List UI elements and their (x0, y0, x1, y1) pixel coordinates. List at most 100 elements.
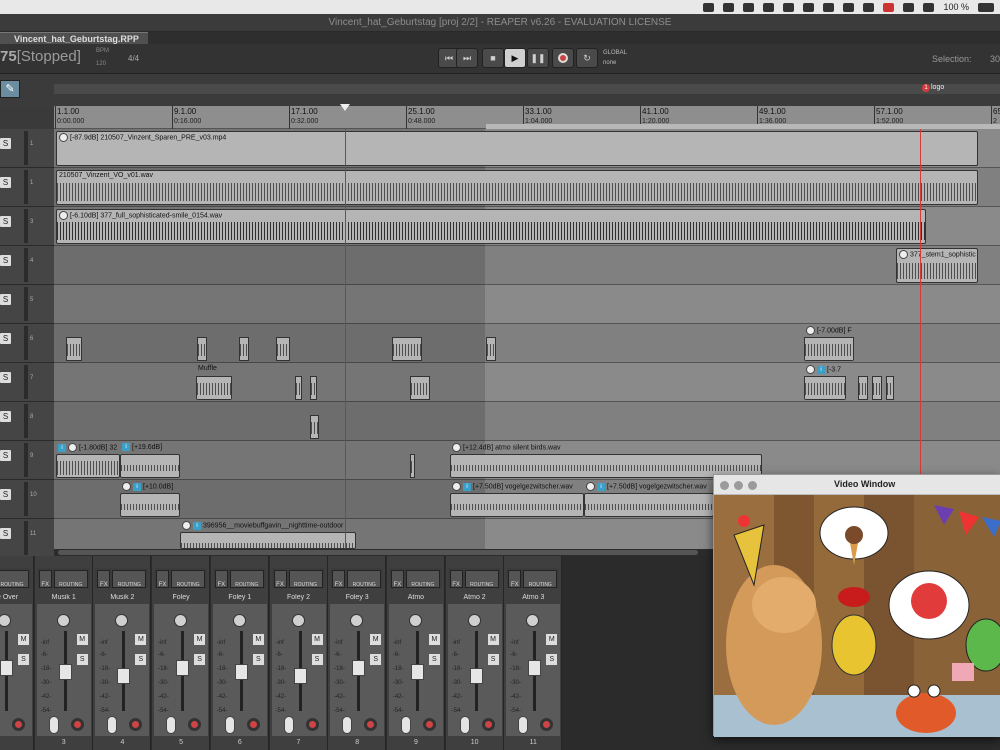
stop-button[interactable]: ■ (482, 48, 504, 68)
battery-icon[interactable] (978, 2, 994, 12)
media-item-foley[interactable] (886, 376, 894, 400)
media-item-atmo[interactable] (450, 493, 584, 517)
mixer-strip[interactable]: FX ROUTING Atmo M S -inf -6- -18- -30- -42- -54- 9 (386, 556, 445, 750)
record-arm-button[interactable] (12, 718, 25, 731)
media-item-atmo[interactable] (120, 454, 180, 478)
mixer-strip[interactable]: FX ROUTING Foley M S -inf -6- -18- -30- -42- -54- 5 (152, 556, 211, 750)
fx-button[interactable]: FX (390, 570, 404, 588)
media-item-foley[interactable] (872, 376, 882, 400)
record-arm-button[interactable] (188, 718, 202, 731)
media-item-foley[interactable] (410, 376, 430, 400)
fx-button[interactable]: FX (508, 570, 522, 588)
routing-button[interactable]: ROUTING (347, 570, 382, 588)
media-item-foley[interactable] (804, 376, 846, 400)
play-icon[interactable] (803, 2, 815, 12)
media-item-foley-a[interactable]: [-7.00dB] F (804, 325, 854, 361)
mute-button[interactable]: M (487, 634, 499, 645)
track-header[interactable]: S8 (0, 402, 54, 441)
mail-icon[interactable] (923, 2, 935, 12)
mixer-strip[interactable]: FX ROUTING Atmo 2 M S -inf -6- -18- -30- -42- -54-… (445, 556, 504, 750)
media-item-outdoor[interactable]: i 396956__moviebuffgavin__nighttime-outdo… (180, 520, 356, 549)
routing-button[interactable]: ROUTING (171, 570, 206, 588)
solo-button[interactable]: S (135, 654, 147, 665)
media-item-atmo-4[interactable]: i [+10.0dB] (120, 481, 180, 517)
track-header[interactable]: S1 (0, 129, 54, 168)
pan-knob[interactable] (467, 614, 481, 627)
marker-logo[interactable]: 1 logo (922, 84, 944, 92)
pan-knob[interactable] (174, 614, 188, 627)
io-toggle[interactable] (342, 716, 353, 734)
fx-button[interactable]: FX (449, 570, 463, 588)
plus-icon[interactable] (743, 2, 755, 12)
solo-button[interactable]: S (0, 489, 11, 500)
scrollbar-thumb[interactable] (58, 550, 698, 555)
track-header[interactable]: S 11 (0, 519, 54, 558)
media-item-foley[interactable] (486, 337, 496, 361)
hourglass-icon[interactable] (903, 2, 915, 12)
io-toggle[interactable] (459, 716, 470, 734)
pause-button[interactable]: ❚❚ (527, 48, 549, 68)
mute-button[interactable]: M (428, 634, 440, 645)
media-item-stem[interactable]: 377_stem1_sophistic (896, 248, 978, 283)
media-item-atmo-5[interactable]: i [+7.50dB] vogelgezwitscher.wav (450, 481, 584, 517)
media-item-atmo[interactable] (180, 532, 356, 549)
bpm-value[interactable]: 120 (96, 61, 106, 67)
solo-button[interactable]: S (194, 654, 206, 665)
solo-button[interactable]: S (0, 138, 11, 149)
marker-lane[interactable] (54, 84, 1000, 94)
mute-button[interactable]: M (194, 634, 206, 645)
fx-button[interactable]: FX (332, 570, 346, 588)
pan-knob[interactable] (408, 614, 422, 627)
track-header[interactable]: S 10 (0, 480, 54, 519)
moon-icon[interactable] (783, 2, 795, 12)
go-to-end-button[interactable]: ⏭ (456, 48, 478, 68)
pan-knob[interactable] (291, 614, 305, 627)
volume-fader[interactable] (293, 668, 307, 684)
media-item-atmo[interactable] (120, 493, 180, 517)
volume-fader[interactable] (176, 660, 190, 676)
media-item-atmo-6[interactable]: i [+7.50dB] vogelgezwitscher.wav (584, 481, 714, 517)
media-item-foley[interactable] (276, 337, 290, 361)
fx-button[interactable]: FX (214, 570, 228, 588)
media-item-foley[interactable] (310, 415, 319, 439)
fx-button[interactable]: FX (97, 570, 111, 588)
solo-button[interactable]: S (546, 654, 558, 665)
time-signature[interactable]: 4/4 (128, 54, 139, 63)
track-header[interactable]: S1 (0, 168, 54, 207)
solo-button[interactable]: S (0, 216, 11, 227)
track-header[interactable]: S4 (0, 246, 54, 285)
track-header[interactable]: S7 (0, 363, 54, 402)
volume-fader[interactable] (58, 664, 72, 680)
solo-button[interactable]: S (0, 372, 11, 383)
solo-button[interactable]: S (428, 654, 440, 665)
solo-button[interactable]: S (0, 177, 11, 188)
io-toggle[interactable] (400, 716, 411, 734)
minimize-window-icon[interactable] (734, 481, 743, 490)
volume-fader[interactable] (410, 664, 424, 680)
track-header[interactable]: S9 (0, 441, 54, 480)
mixer-strip[interactable]: FX ROUTING Foley 3 M S -inf -6- -18- -30- -42- -54… (328, 556, 387, 750)
media-item-atmo[interactable] (410, 454, 415, 478)
media-item-foley[interactable] (858, 376, 868, 400)
record-button[interactable] (552, 48, 574, 68)
repeat-button[interactable]: ↻ (576, 48, 598, 68)
solo-button[interactable]: S (76, 654, 88, 665)
io-toggle[interactable] (224, 716, 235, 734)
media-item-atmo-3[interactable]: [+12.4dB] atmo silent birds.wav (450, 442, 762, 478)
media-item-foley-b[interactable]: i [-3.7 (804, 364, 846, 400)
volume-fader[interactable] (352, 660, 366, 676)
media-item-foley[interactable] (196, 376, 232, 400)
media-item-foley[interactable] (239, 337, 249, 361)
project-tab[interactable]: Vincent_hat_Geburtstag.RPP (0, 32, 148, 44)
contrast-icon[interactable] (763, 2, 775, 12)
pan-knob[interactable] (232, 614, 246, 627)
video-window[interactable]: Video Window (713, 474, 1000, 737)
record-arm-button[interactable] (481, 718, 495, 731)
wifi-icon[interactable] (863, 2, 875, 12)
global-automation-select[interactable]: none (603, 60, 616, 66)
routing-button[interactable]: ROUTING (53, 570, 88, 588)
track-header[interactable]: S5 (0, 285, 54, 324)
fx-button[interactable]: FX (273, 570, 287, 588)
volume-fader[interactable] (528, 660, 542, 676)
solo-button[interactable]: S (487, 654, 499, 665)
